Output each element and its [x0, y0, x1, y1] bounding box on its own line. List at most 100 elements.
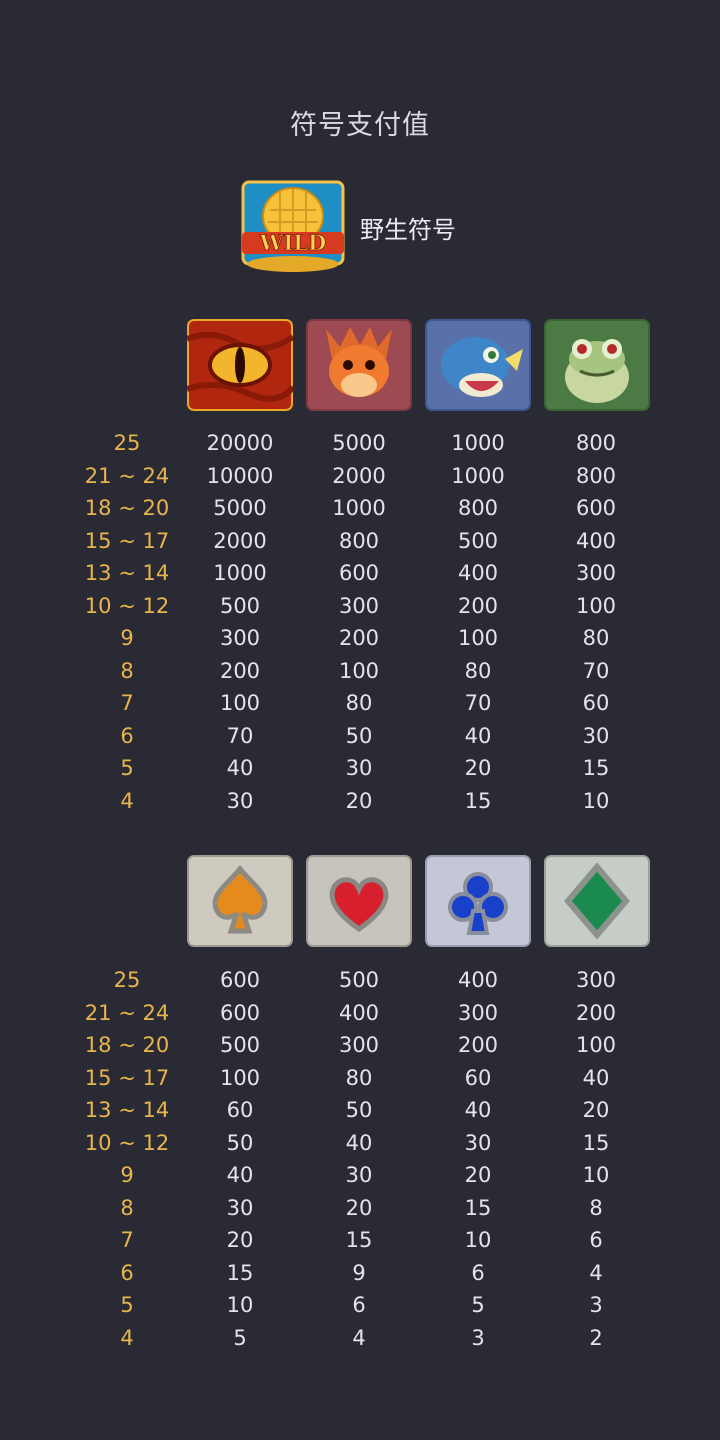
payout-value: 30: [345, 1163, 373, 1188]
wild-symbol-row: WILD 野生符号: [240, 180, 456, 274]
payout-value: 3: [471, 1325, 485, 1350]
svg-text:WILD: WILD: [259, 230, 326, 255]
payout-value: 10: [464, 1228, 492, 1253]
red-dragon-icon: [306, 319, 412, 411]
payout-value: 40: [464, 723, 492, 748]
payout-value: 6: [471, 1260, 485, 1285]
payout-value: 5000: [332, 431, 386, 456]
table-row: 13 ~ 14 60 50 40 20: [0, 1094, 720, 1127]
payout-value: 80: [345, 1065, 373, 1090]
payout-value: 10000: [206, 463, 274, 488]
table-row: 5 10 6 5 3: [0, 1289, 720, 1322]
payout-value: 20: [226, 1228, 254, 1253]
payout-value: 1000: [451, 431, 505, 456]
payout-value: 600: [219, 1000, 261, 1025]
page-title: 符号支付值: [290, 110, 430, 141]
payout-value: 80: [345, 691, 373, 716]
payout-value: 30: [226, 1195, 254, 1220]
club-icon: [425, 855, 531, 947]
payout-value: 500: [338, 968, 380, 993]
payout-value: 300: [575, 968, 617, 993]
spade-icon: [187, 855, 293, 947]
card-symbols-row: [187, 855, 650, 947]
table-row: 6 70 50 40 30: [0, 720, 720, 753]
payout-value: 8: [589, 1195, 603, 1220]
payout-value: 70: [226, 723, 254, 748]
table-row: 4 30 20 15 10: [0, 785, 720, 818]
payout-value: 5: [233, 1325, 247, 1350]
payout-value: 20: [345, 1195, 373, 1220]
table-row: 21 ~ 24 10000 2000 1000 800: [0, 460, 720, 493]
payout-value: 50: [345, 723, 373, 748]
high-symbols-row: [187, 319, 650, 411]
wild-label: 野生符号: [360, 215, 456, 244]
payout-value: 6: [352, 1293, 366, 1318]
payout-value: 600: [575, 496, 617, 521]
payout-value: 3: [589, 1293, 603, 1318]
high-symbols-paytable: 25 20000 5000 1000 800 21 ~ 24 10000 2000 1000 80…: [0, 427, 720, 817]
payout-value: 800: [575, 431, 617, 456]
payout-value: 40: [226, 1163, 254, 1188]
blue-dinosaur-icon: [425, 319, 531, 411]
payout-value: 20000: [206, 431, 274, 456]
payout-value: 20: [464, 756, 492, 781]
payout-value: 300: [575, 561, 617, 586]
payout-value: 600: [219, 968, 261, 993]
payout-value: 30: [464, 1130, 492, 1155]
payout-value: 9: [352, 1260, 366, 1285]
diamond-icon: [544, 855, 650, 947]
table-row: 9 300 200 100 80: [0, 622, 720, 655]
payout-value: 4: [589, 1260, 603, 1285]
payout-value: 500: [219, 1033, 261, 1058]
payout-value: 60: [582, 691, 610, 716]
payout-value: 40: [345, 1130, 373, 1155]
payout-value: 100: [575, 593, 617, 618]
table-row: 13 ~ 14 1000 600 400 300: [0, 557, 720, 590]
payout-value: 100: [575, 1033, 617, 1058]
payout-value: 15: [582, 756, 610, 781]
table-row: 15 ~ 17 2000 800 500 400: [0, 525, 720, 558]
table-row: 18 ~ 20 5000 1000 800 600: [0, 492, 720, 525]
payout-value: 20: [582, 1098, 610, 1123]
payout-value: 30: [345, 756, 373, 781]
payout-value: 10: [582, 1163, 610, 1188]
payout-value: 20: [464, 1163, 492, 1188]
payout-value: 2: [589, 1325, 603, 1350]
payout-value: 10: [226, 1293, 254, 1318]
payout-value: 300: [338, 593, 380, 618]
payout-value: 600: [338, 561, 380, 586]
payout-value: 2000: [213, 528, 267, 553]
payout-value: 400: [457, 968, 499, 993]
payout-value: 500: [457, 528, 499, 553]
payout-value: 100: [219, 1065, 261, 1090]
payout-value: 500: [219, 593, 261, 618]
table-row: 7 20 15 10 6: [0, 1224, 720, 1257]
table-row: 9 40 30 20 10: [0, 1159, 720, 1192]
wild-icon: WILD: [240, 180, 346, 274]
table-row: 25 600 500 400 300: [0, 964, 720, 997]
payout-value: 10: [582, 788, 610, 813]
table-row: 18 ~ 20 500 300 200 100: [0, 1029, 720, 1062]
payout-value: 1000: [332, 496, 386, 521]
payout-value: 15: [464, 788, 492, 813]
heart-icon: [306, 855, 412, 947]
table-row: 8 30 20 15 8: [0, 1192, 720, 1225]
payout-value: 100: [457, 626, 499, 651]
payout-value: 200: [457, 1033, 499, 1058]
table-row: 25 20000 5000 1000 800: [0, 427, 720, 460]
payout-value: 200: [575, 1000, 617, 1025]
payout-value: 4: [352, 1325, 366, 1350]
payout-value: 5000: [213, 496, 267, 521]
payout-value: 6: [589, 1228, 603, 1253]
payout-value: 70: [582, 658, 610, 683]
payout-value: 60: [226, 1098, 254, 1123]
table-row: 7 100 80 70 60: [0, 687, 720, 720]
payout-value: 20: [345, 788, 373, 813]
payout-value: 800: [575, 463, 617, 488]
payout-value: 800: [457, 496, 499, 521]
payout-value: 300: [219, 626, 261, 651]
payout-value: 30: [226, 788, 254, 813]
table-row: 10 ~ 12 50 40 30 15: [0, 1127, 720, 1160]
payout-value: 1000: [213, 561, 267, 586]
payout-value: 15: [226, 1260, 254, 1285]
